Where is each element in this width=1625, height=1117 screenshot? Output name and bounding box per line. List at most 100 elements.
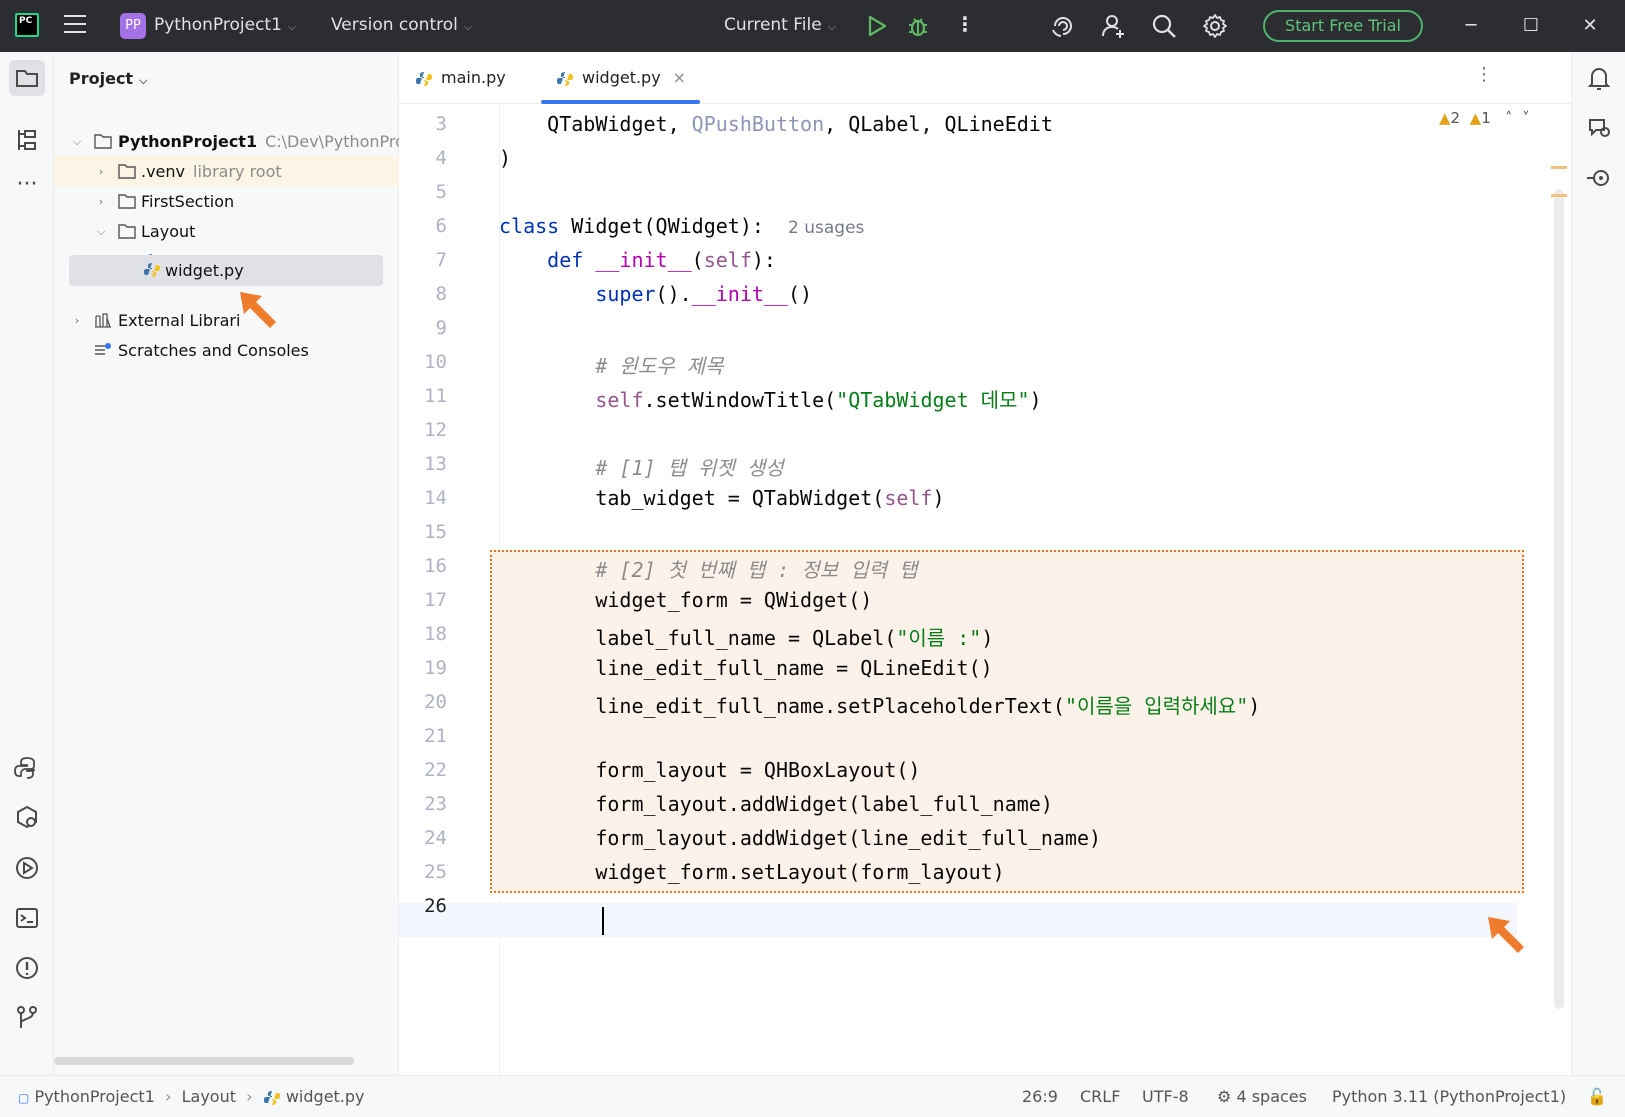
error-stripe-mark[interactable] — [1551, 194, 1567, 197]
main-menu-icon[interactable] — [64, 15, 86, 35]
version-control-label: Version control — [331, 15, 458, 35]
run-icon[interactable] — [866, 14, 888, 38]
weak-warning-icon: ▲ — [1469, 109, 1482, 127]
chevron-right-icon: › — [159, 1087, 177, 1106]
settings-gear-icon[interactable] — [1201, 12, 1229, 40]
line-number: 6 — [435, 215, 447, 237]
code-line-23: form_layout.addWidget(label_full_name) — [499, 792, 1053, 816]
breadcrumb-folder[interactable]: Layout — [182, 1087, 236, 1106]
code-line-14: tab_widget = QTabWidget(self) — [499, 486, 945, 510]
next-highlight-icon[interactable]: ˅ — [1522, 109, 1530, 127]
more-tools-icon[interactable]: ··· — [9, 170, 45, 206]
error-stripe-mark[interactable] — [1551, 166, 1567, 169]
caret-position[interactable]: 26:9 — [1022, 1087, 1058, 1106]
indent-settings[interactable]: ⚙ 4 spaces — [1217, 1087, 1307, 1106]
services-icon[interactable] — [9, 800, 45, 836]
tab-main-py[interactable]: main.py — [415, 52, 506, 104]
terminal-icon[interactable] — [9, 900, 45, 936]
debug-icon[interactable] — [906, 13, 930, 39]
line-number: 13 — [424, 453, 447, 475]
project-selector[interactable]: PythonProject1 ⌵ — [154, 15, 296, 35]
line-number: 5 — [435, 181, 447, 203]
more-actions-icon[interactable]: ⋮ — [955, 12, 975, 36]
editor-tab-bar: main.py widget.py × ⋮ — [399, 52, 1571, 104]
notifications-bell-icon[interactable] — [1581, 60, 1617, 96]
chevron-right-icon[interactable]: › — [94, 186, 108, 217]
ai-assistant-icon[interactable] — [1049, 12, 1077, 40]
tree-item-external-libraries[interactable]: › External Librari — [54, 305, 399, 336]
tree-item-label: PythonProject1C:\Dev\PythonProje — [118, 132, 399, 151]
breadcrumb-file[interactable]: widget.py — [286, 1087, 365, 1106]
pointer-arrow-icon — [240, 292, 276, 328]
minimize-icon[interactable]: ─ — [1457, 12, 1485, 40]
tab-widget-py[interactable]: widget.py × — [540, 52, 701, 104]
start-free-trial-button[interactable]: Start Free Trial — [1263, 10, 1423, 42]
add-user-icon[interactable] — [1100, 12, 1128, 40]
breadcrumb-project[interactable]: PythonProject1 — [34, 1087, 154, 1106]
tab-options-icon[interactable]: ⋮ — [1475, 64, 1493, 85]
run-configuration-selector[interactable]: Current File ⌵ — [724, 15, 836, 35]
lock-icon[interactable]: 🔓 — [1587, 1087, 1607, 1106]
code-line-25: widget_form.setLayout(form_layout) — [499, 860, 1005, 884]
version-control-menu[interactable]: Version control ⌵ — [331, 15, 472, 35]
python-file-icon — [416, 71, 432, 86]
close-tab-icon[interactable]: × — [673, 68, 686, 87]
tree-item-label: FirstSection — [141, 192, 235, 211]
maximize-icon[interactable]: ☐ — [1517, 12, 1545, 40]
problems-icon[interactable] — [9, 950, 45, 986]
tree-item-widget-py[interactable]: widget.py — [69, 255, 383, 286]
tree-item-firstsection[interactable]: › FirstSection — [54, 186, 399, 217]
previous-highlight-icon[interactable]: ˄ — [1505, 109, 1513, 127]
project-panel-title[interactable]: Project ⌵ — [69, 69, 147, 88]
line-number: 24 — [424, 827, 447, 849]
project-badge[interactable]: PP — [120, 13, 146, 39]
code-line-8: super().__init__() — [595, 282, 813, 306]
file-encoding[interactable]: UTF-8 — [1142, 1087, 1189, 1106]
chevron-right-icon[interactable]: › — [94, 156, 108, 187]
tree-item-project-root[interactable]: ⌵ PythonProject1C:\Dev\PythonProje — [54, 126, 399, 157]
code-line-11: self.setWindowTitle("QTabWidget 데모") — [595, 388, 1042, 412]
tree-item-label: widget.py — [165, 261, 244, 280]
run-tool-icon[interactable] — [9, 850, 45, 886]
title-bar: PC PP PythonProject1 ⌵ Version control ⌵ C… — [0, 0, 1625, 52]
chevron-right-icon[interactable]: › — [70, 305, 84, 336]
project-tool-icon[interactable] — [9, 60, 45, 96]
vertical-scrollbar[interactable] — [1554, 189, 1564, 1009]
pointer-arrow-icon — [1488, 917, 1524, 953]
horizontal-scrollbar[interactable] — [54, 1057, 354, 1065]
warning-count: 2 — [1450, 109, 1461, 127]
inspection-widget[interactable]: ▲2 ▲1 ˄ ˅ — [1439, 109, 1530, 127]
close-window-icon[interactable]: ✕ — [1576, 12, 1604, 40]
chevron-down-icon[interactable]: ⌵ — [70, 126, 84, 157]
line-separator[interactable]: CRLF — [1080, 1087, 1120, 1106]
chevron-down-icon[interactable]: ⌵ — [94, 216, 108, 247]
tree-item-layout[interactable]: ⌵ Layout — [54, 216, 399, 247]
search-icon[interactable] — [1150, 12, 1178, 40]
line-number: 20 — [424, 691, 447, 713]
line-number: 3 — [435, 113, 447, 135]
ai-chat-icon[interactable] — [1581, 110, 1617, 146]
tree-item-label: .venv library root — [141, 162, 282, 181]
code-line-10: # 윈도우 제목 — [499, 354, 724, 378]
code-line-16: # [2] 첫 번째 탭 : 정보 입력 탭 — [499, 558, 918, 582]
line-number: 23 — [424, 793, 447, 815]
line-number: 26 — [424, 895, 447, 917]
code-line-7: def __init__(self): — [547, 248, 776, 272]
python-packages-icon[interactable] — [9, 750, 45, 786]
code-line-6: class Widget(QWidget): 2 usages — [499, 214, 865, 238]
endpoints-icon[interactable] — [1581, 160, 1617, 196]
pycharm-logo-icon[interactable]: PC — [15, 13, 39, 37]
code-editor[interactable]: main.py widget.py × ⋮ 3 4 5 6 7 8 9 10 11… — [399, 52, 1571, 1075]
current-line-highlight — [399, 903, 1517, 937]
tree-item-venv[interactable]: › .venv library root — [54, 156, 399, 187]
usages-hint[interactable]: 2 usages — [788, 218, 864, 238]
tree-item-scratches[interactable]: Scratches and Consoles — [54, 335, 399, 366]
tab-label: main.py — [441, 68, 506, 87]
git-icon[interactable] — [9, 1000, 45, 1036]
scratches-icon — [95, 343, 111, 355]
python-interpreter[interactable]: Python 3.11 (PythonProject1) — [1332, 1087, 1566, 1106]
line-number: 12 — [424, 419, 447, 441]
structure-tool-icon[interactable] — [9, 122, 45, 158]
line-number: 17 — [424, 589, 447, 611]
code-line-4: ) — [499, 146, 512, 170]
